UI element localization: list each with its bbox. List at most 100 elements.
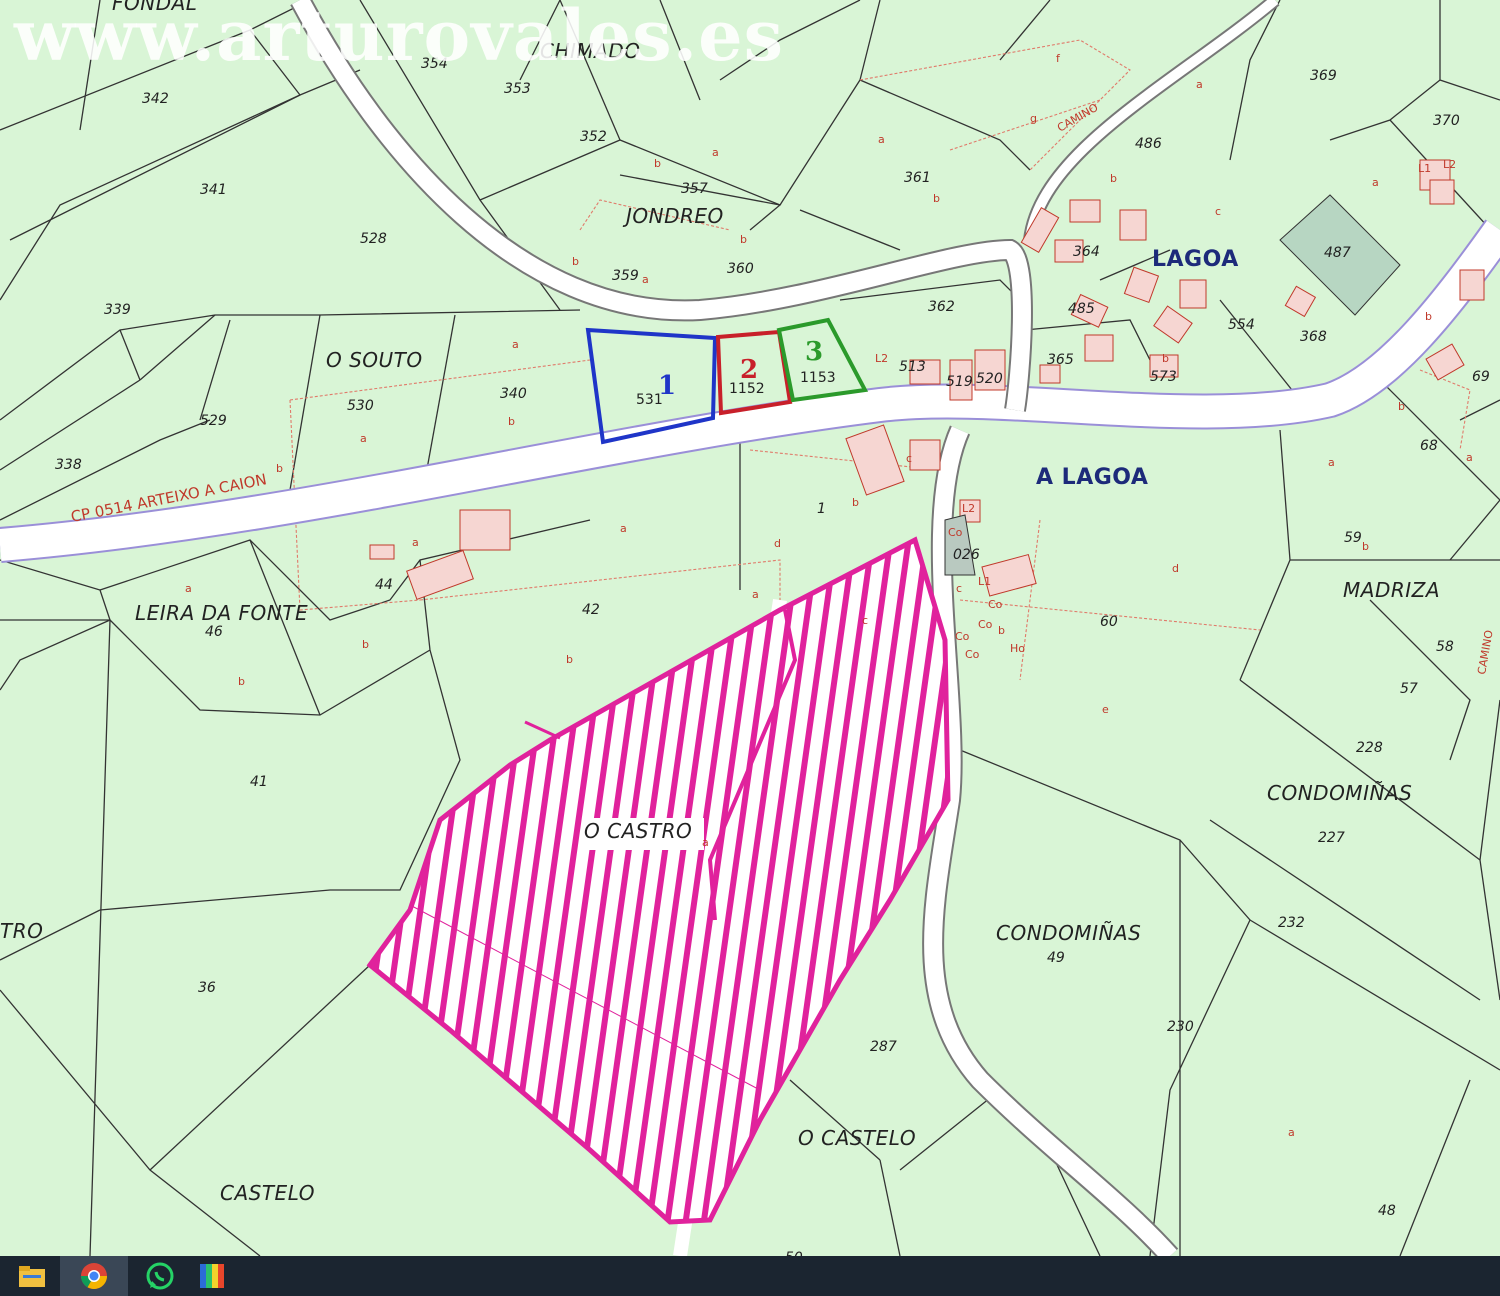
svg-text:530: 530 (347, 398, 374, 414)
svg-text:a: a (642, 273, 649, 286)
svg-text:a: a (702, 836, 709, 849)
svg-text:369: 369 (1310, 68, 1337, 84)
svg-text:230: 230 (1167, 1019, 1194, 1035)
svg-text:L2: L2 (962, 502, 975, 515)
color-app-icon[interactable] (192, 1256, 232, 1296)
place-o-castro: O CASTRO (584, 819, 692, 843)
svg-text:a: a (512, 338, 519, 351)
svg-text:Ho: Ho (1010, 642, 1025, 655)
svg-text:Co: Co (948, 526, 963, 539)
chrome-icon[interactable] (60, 1256, 128, 1296)
svg-text:487: 487 (1324, 245, 1351, 261)
svg-text:365: 365 (1047, 352, 1074, 368)
svg-text:573: 573 (1150, 369, 1177, 385)
svg-text:48: 48 (1378, 1203, 1396, 1219)
svg-text:352: 352 (580, 129, 607, 145)
svg-text:528: 528 (360, 231, 387, 247)
svg-text:a: a (712, 146, 719, 159)
whatsapp-icon[interactable] (140, 1256, 180, 1296)
svg-text:c: c (862, 614, 868, 627)
svg-text:341: 341 (200, 182, 227, 198)
place-jondreo: JONDREO (622, 204, 724, 228)
svg-text:g: g (1030, 112, 1037, 125)
svg-text:529: 529 (200, 413, 227, 429)
svg-text:554: 554 (1228, 317, 1255, 333)
place-a-lagoa: A LAGOA (1036, 465, 1148, 490)
svg-text:Co: Co (955, 630, 970, 643)
svg-text:L1: L1 (978, 575, 991, 588)
svg-text:364: 364 (1073, 244, 1100, 260)
svg-text:b: b (740, 233, 747, 246)
svg-text:d: d (1172, 562, 1179, 575)
place-lagoa: LAGOA (1152, 247, 1239, 272)
svg-text:b: b (998, 624, 1005, 637)
svg-text:b: b (852, 496, 859, 509)
plot-3-number: 3 (805, 337, 823, 367)
svg-text:e: e (1102, 703, 1109, 716)
svg-text:232: 232 (1278, 915, 1305, 931)
svg-text:a: a (1372, 176, 1379, 189)
place-condominas-1: CONDOMIÑAS (1267, 781, 1412, 805)
svg-text:68: 68 (1420, 438, 1438, 454)
svg-text:338: 338 (55, 457, 82, 473)
svg-text:b: b (362, 638, 369, 651)
cadastral-map[interactable]: 1 531 2 1152 3 1153 FONDAL CHIMADO JONDR… (0, 0, 1500, 1256)
svg-text:485: 485 (1068, 301, 1095, 317)
svg-text:57: 57 (1400, 681, 1418, 697)
svg-text:b: b (1362, 540, 1369, 553)
svg-text:L2: L2 (1443, 158, 1456, 171)
svg-text:a: a (1288, 1126, 1295, 1139)
svg-text:49: 49 (1047, 950, 1065, 966)
svg-text:520: 520 (976, 371, 1003, 387)
svg-text:41: 41 (250, 774, 268, 790)
svg-text:519: 519 (946, 374, 973, 390)
svg-text:b: b (1162, 352, 1169, 365)
svg-text:342: 342 (142, 91, 169, 107)
svg-text:c: c (906, 452, 912, 465)
svg-text:b: b (572, 255, 579, 268)
svg-text:69: 69 (1472, 369, 1490, 385)
svg-text:a: a (1328, 456, 1335, 469)
svg-text:a: a (412, 536, 419, 549)
svg-text:361: 361 (904, 170, 931, 186)
place-madriza: MADRIZA (1343, 578, 1440, 602)
svg-text:b: b (1425, 310, 1432, 323)
svg-text:b: b (654, 157, 661, 170)
svg-text:359: 359 (612, 268, 639, 284)
svg-text:b: b (238, 675, 245, 688)
svg-text:Co: Co (965, 648, 980, 661)
svg-text:b: b (508, 415, 515, 428)
svg-text:1: 1 (817, 501, 826, 517)
plot-3-ref: 1153 (800, 370, 836, 386)
svg-text:340: 340 (500, 386, 527, 402)
taskbar (0, 1256, 1500, 1296)
svg-text:360: 360 (727, 261, 754, 277)
watermark: www.arturovales.es (14, 0, 785, 77)
svg-text:36: 36 (198, 980, 216, 996)
svg-text:353: 353 (504, 81, 531, 97)
svg-text:a: a (1466, 451, 1473, 464)
svg-text:a: a (1196, 78, 1203, 91)
svg-text:L1: L1 (1418, 162, 1431, 175)
svg-text:L2: L2 (875, 352, 888, 365)
svg-text:a: a (620, 522, 627, 535)
svg-text:a: a (878, 133, 885, 146)
svg-text:228: 228 (1356, 740, 1383, 756)
svg-text:c: c (956, 582, 962, 595)
place-leira-da-fonte: LEIRA DA FONTE (135, 601, 308, 625)
svg-text:368: 368 (1300, 329, 1327, 345)
place-castelo: CASTELO (220, 1181, 315, 1205)
svg-text:357: 357 (681, 181, 708, 197)
plot-1-ref: 531 (636, 392, 663, 408)
svg-text:287: 287 (870, 1039, 897, 1055)
svg-text:42: 42 (582, 602, 600, 618)
svg-text:b: b (933, 192, 940, 205)
svg-text:c: c (1215, 205, 1221, 218)
svg-text:59: 59 (1344, 530, 1362, 546)
svg-text:b: b (1110, 172, 1117, 185)
svg-text:46: 46 (205, 624, 223, 640)
svg-text:Co: Co (978, 618, 993, 631)
svg-text:a: a (360, 432, 367, 445)
file-explorer-icon[interactable] (12, 1256, 52, 1296)
svg-text:a: a (185, 582, 192, 595)
